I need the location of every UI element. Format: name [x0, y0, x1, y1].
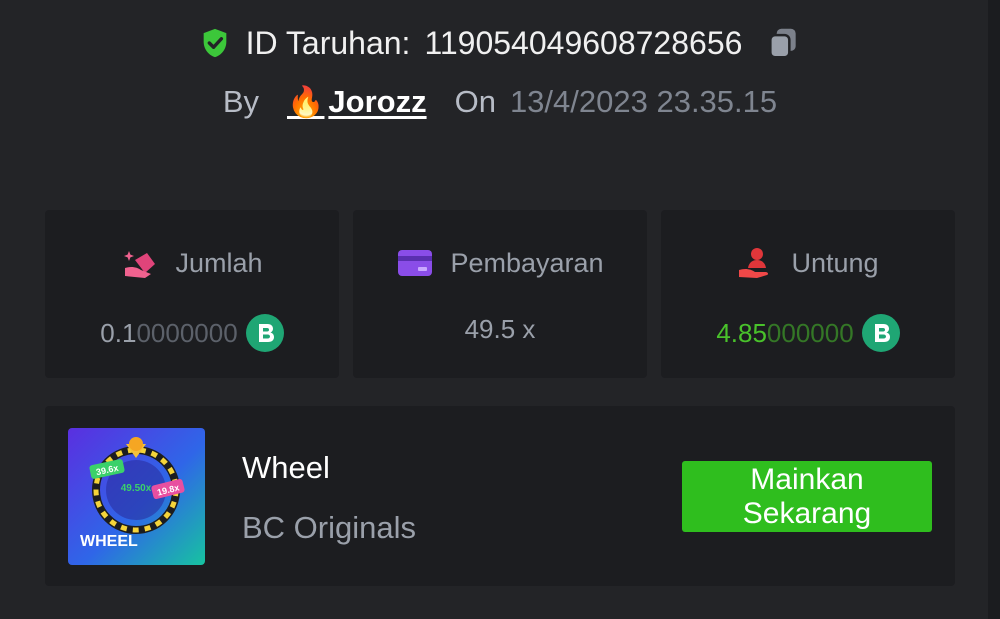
stat-profit-label: Untung	[791, 247, 879, 278]
username: Jorozz	[328, 84, 427, 119]
copy-icon[interactable]	[764, 24, 802, 62]
profit-value-main: 4.85	[716, 317, 767, 348]
game-thumbnail[interactable]: 39.6x 49.50x 19.8x WHEEL	[68, 428, 205, 565]
thumb-label: WHEEL	[80, 533, 138, 550]
shield-check-icon	[198, 26, 232, 60]
user-link[interactable]: 🔥 Jorozz	[287, 84, 427, 120]
coins-hand-icon	[121, 246, 159, 280]
profit-value-dim: 000000	[766, 317, 854, 348]
stat-payout-label: Pembayaran	[450, 247, 604, 278]
on-label: On	[454, 84, 496, 119]
by-label: By	[222, 84, 260, 119]
stat-payout: Pembayaran 49.5 x	[353, 210, 647, 378]
profit-hand-icon	[737, 246, 775, 280]
bet-id-value: 119054049608728656	[424, 24, 743, 61]
bet-date: 13/4/2023 23.35.15	[509, 84, 778, 119]
game-title[interactable]: Wheel	[242, 450, 330, 486]
game-provider: BC Originals	[242, 510, 416, 545]
bet-id-label: ID Taruhan:	[245, 24, 411, 61]
bet-id-row: ID Taruhan: 119054049608728656	[0, 24, 1000, 62]
bet-author-row: By 🔥 Jorozz On 13/4/2023 23.35.15	[0, 84, 1000, 120]
stat-amount: Jumlah 0.10000000	[45, 210, 339, 378]
bet-detail-panel: ID Taruhan: 119054049608728656 By 🔥 Joro…	[0, 0, 1000, 619]
stat-profit: Untung 4.85000000	[661, 210, 955, 378]
thumb-badge-2: 49.50x	[121, 483, 152, 494]
payout-value: 49.5 x	[464, 314, 536, 344]
stat-amount-label: Jumlah	[175, 247, 263, 278]
amount-value-main: 0.1	[100, 317, 137, 348]
bet-stats: Jumlah 0.10000000 Pembayaran 49.5 x Untu…	[45, 210, 955, 378]
amount-value-dim: 0000000	[136, 317, 238, 348]
fire-icon: 🔥	[287, 85, 325, 119]
play-now-label: Mainkan Sekarang	[742, 462, 872, 530]
game-card: 39.6x 49.50x 19.8x WHEEL Wheel BC Origin…	[45, 406, 955, 586]
bc-coin-icon	[245, 314, 284, 352]
play-now-button[interactable]: Mainkan Sekarang	[682, 461, 932, 532]
bc-coin-icon	[861, 314, 900, 352]
card-icon	[396, 246, 434, 280]
